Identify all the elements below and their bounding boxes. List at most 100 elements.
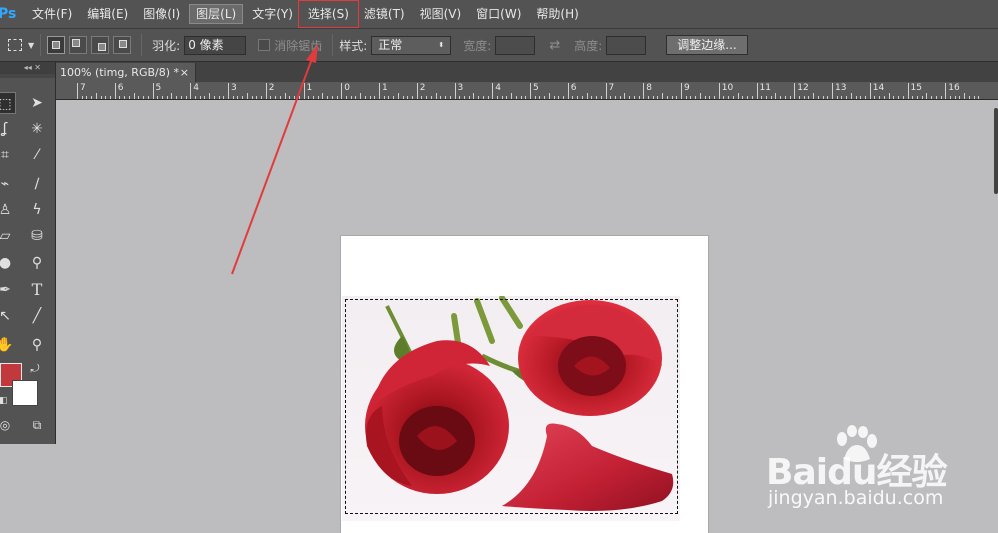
swap-colors-icon[interactable]: ⤾: [24, 358, 46, 380]
ruler-minor-tick: [629, 96, 631, 99]
document-tab[interactable]: 100% (timg, RGB/8) * ×: [56, 63, 196, 82]
menu-window[interactable]: 窗口(W): [470, 4, 527, 24]
collapse-panel-icon[interactable]: ◂◂ ✕: [0, 62, 55, 74]
ruler-minor-tick: [836, 96, 838, 99]
ruler-minor-tick: [789, 96, 791, 99]
quick-mask-icon[interactable]: ◎: [0, 414, 16, 436]
lasso-tool-icon[interactable]: ʆ: [0, 118, 16, 140]
ruler-minor-tick: [251, 96, 253, 99]
ruler-minor-tick: [459, 96, 461, 99]
add-selection-button[interactable]: [69, 36, 88, 54]
clone-stamp-icon[interactable]: ♙: [0, 199, 16, 221]
ruler-label: 1: [382, 83, 388, 93]
ruler-minor-tick: [850, 93, 852, 99]
menu-filter[interactable]: 滤镜(T): [358, 4, 411, 24]
move-tool-icon[interactable]: ➤: [26, 92, 48, 114]
ruler-label: 9: [684, 83, 690, 93]
brush-tool-icon[interactable]: ∕: [26, 173, 48, 195]
refine-edge-button[interactable]: 调整边缘...: [666, 35, 748, 55]
ruler-minor-tick: [199, 96, 201, 99]
crop-tool-icon[interactable]: ⌗: [0, 144, 16, 166]
ruler-minor-tick: [157, 96, 159, 99]
menu-type[interactable]: 文字(Y): [246, 4, 299, 24]
ruler-major-tick: [492, 83, 494, 99]
history-brush-icon[interactable]: ϟ: [26, 199, 48, 221]
ruler-minor-tick: [449, 96, 451, 99]
watermark: Baidu经验 jingyan.baidu.com: [766, 425, 996, 515]
marquee-tool-icon[interactable]: ⬚: [0, 92, 16, 114]
width-input[interactable]: [495, 35, 536, 55]
hand-tool-icon[interactable]: ✋: [0, 334, 16, 356]
ruler-major-tick: [152, 83, 154, 99]
new-selection-button[interactable]: [47, 36, 66, 54]
menu-bar: Ps 文件(F) 编辑(E) 图像(I) 图层(L) 文字(Y) 选择(S) 滤…: [0, 0, 998, 28]
ruler-minor-tick: [978, 96, 980, 99]
menu-layer[interactable]: 图层(L): [189, 4, 244, 24]
ruler-minor-tick: [161, 96, 163, 99]
ruler-label: 10: [721, 83, 734, 93]
zoom-tool-icon[interactable]: ⚲: [26, 334, 48, 356]
screen-mode-icon[interactable]: ⧉: [26, 414, 48, 436]
ruler-minor-tick: [610, 96, 612, 99]
close-icon[interactable]: ×: [180, 63, 189, 82]
tool-preset-chevron-icon[interactable]: ▼: [28, 41, 34, 50]
panel-grip[interactable]: [0, 74, 55, 78]
style-select[interactable]: 正常 ⬍: [371, 35, 452, 55]
line-tool-icon[interactable]: ╱: [26, 305, 48, 327]
height-input[interactable]: [606, 35, 647, 55]
ruler-minor-tick: [393, 96, 395, 99]
ruler-minor-tick: [355, 96, 357, 99]
menu-help[interactable]: 帮助(H): [530, 4, 584, 24]
eraser-tool-icon[interactable]: ▱: [0, 225, 16, 247]
ruler-major-tick: [228, 83, 229, 99]
feather-input[interactable]: 0 像素: [184, 35, 247, 55]
swap-dimensions-icon[interactable]: ⇄: [549, 38, 560, 53]
intersect-selection-button[interactable]: [113, 36, 132, 54]
default-colors-icon[interactable]: ◧: [0, 390, 14, 412]
eyedropper-tool-icon[interactable]: ⁄: [26, 144, 48, 166]
pen-tool-icon[interactable]: ✒: [0, 279, 16, 301]
ruler-minor-tick: [846, 96, 848, 99]
menu-image[interactable]: 图像(I): [137, 4, 186, 24]
ruler-label: 5: [533, 83, 539, 93]
ruler-minor-tick: [213, 96, 215, 99]
ruler-minor-tick: [171, 93, 173, 99]
horizontal-ruler[interactable]: 7 6 5 4 3 2 1 0 1 2 3 4 5 6 7 8 9 10 11 12 13 14 15 16: [56, 82, 998, 100]
magic-wand-icon[interactable]: ✳: [26, 118, 48, 140]
dodge-tool-icon[interactable]: ⚲: [26, 252, 48, 274]
ruler-minor-tick: [860, 96, 862, 99]
ruler-minor-tick: [647, 96, 649, 99]
ruler-minor-tick: [487, 96, 489, 99]
width-label: 宽度:: [463, 38, 492, 53]
type-tool-icon[interactable]: T: [26, 279, 48, 301]
path-select-icon[interactable]: ↖: [0, 305, 16, 327]
subtract-selection-button[interactable]: [91, 36, 110, 54]
menu-file[interactable]: 文件(F): [26, 4, 78, 24]
scrollbar-thumb[interactable]: [994, 108, 998, 194]
ruler-minor-tick: [327, 96, 329, 99]
ruler-minor-tick: [775, 93, 777, 99]
ruler-minor-tick: [544, 96, 546, 99]
ruler-minor-tick: [289, 96, 291, 99]
ruler-minor-tick: [364, 96, 366, 99]
ruler-minor-tick: [284, 93, 286, 99]
rect-marquee-icon[interactable]: [8, 39, 22, 51]
marquee-selection[interactable]: [345, 299, 678, 514]
divider: [332, 34, 334, 56]
healing-brush-icon[interactable]: ⌁: [0, 173, 16, 195]
paint-bucket-icon[interactable]: ⛁: [26, 225, 48, 247]
ruler-minor-tick: [827, 96, 829, 99]
menu-select[interactable]: 选择(S): [297, 0, 359, 28]
menu-edit[interactable]: 编辑(E): [81, 4, 134, 24]
tools-panel: ◂◂ ✕ ⬚ ➤ ʆ ✳ ⌗ ⁄ ⌁ ∕ ♙ ϟ ▱ ⛁ ● ⚲ ✒ T ↖ ╱…: [0, 62, 56, 444]
antialias-checkbox[interactable]: [258, 39, 271, 51]
ruler-minor-tick: [808, 96, 810, 99]
ruler-minor-tick: [949, 96, 951, 99]
menu-view[interactable]: 视图(V): [414, 4, 468, 24]
ruler-label: 3: [457, 83, 464, 93]
ruler-major-tick: [605, 83, 607, 99]
ruler-minor-tick: [695, 96, 697, 99]
ruler-minor-tick: [256, 96, 258, 99]
blur-tool-icon[interactable]: ●: [0, 252, 16, 274]
background-color-swatch[interactable]: [12, 380, 38, 406]
